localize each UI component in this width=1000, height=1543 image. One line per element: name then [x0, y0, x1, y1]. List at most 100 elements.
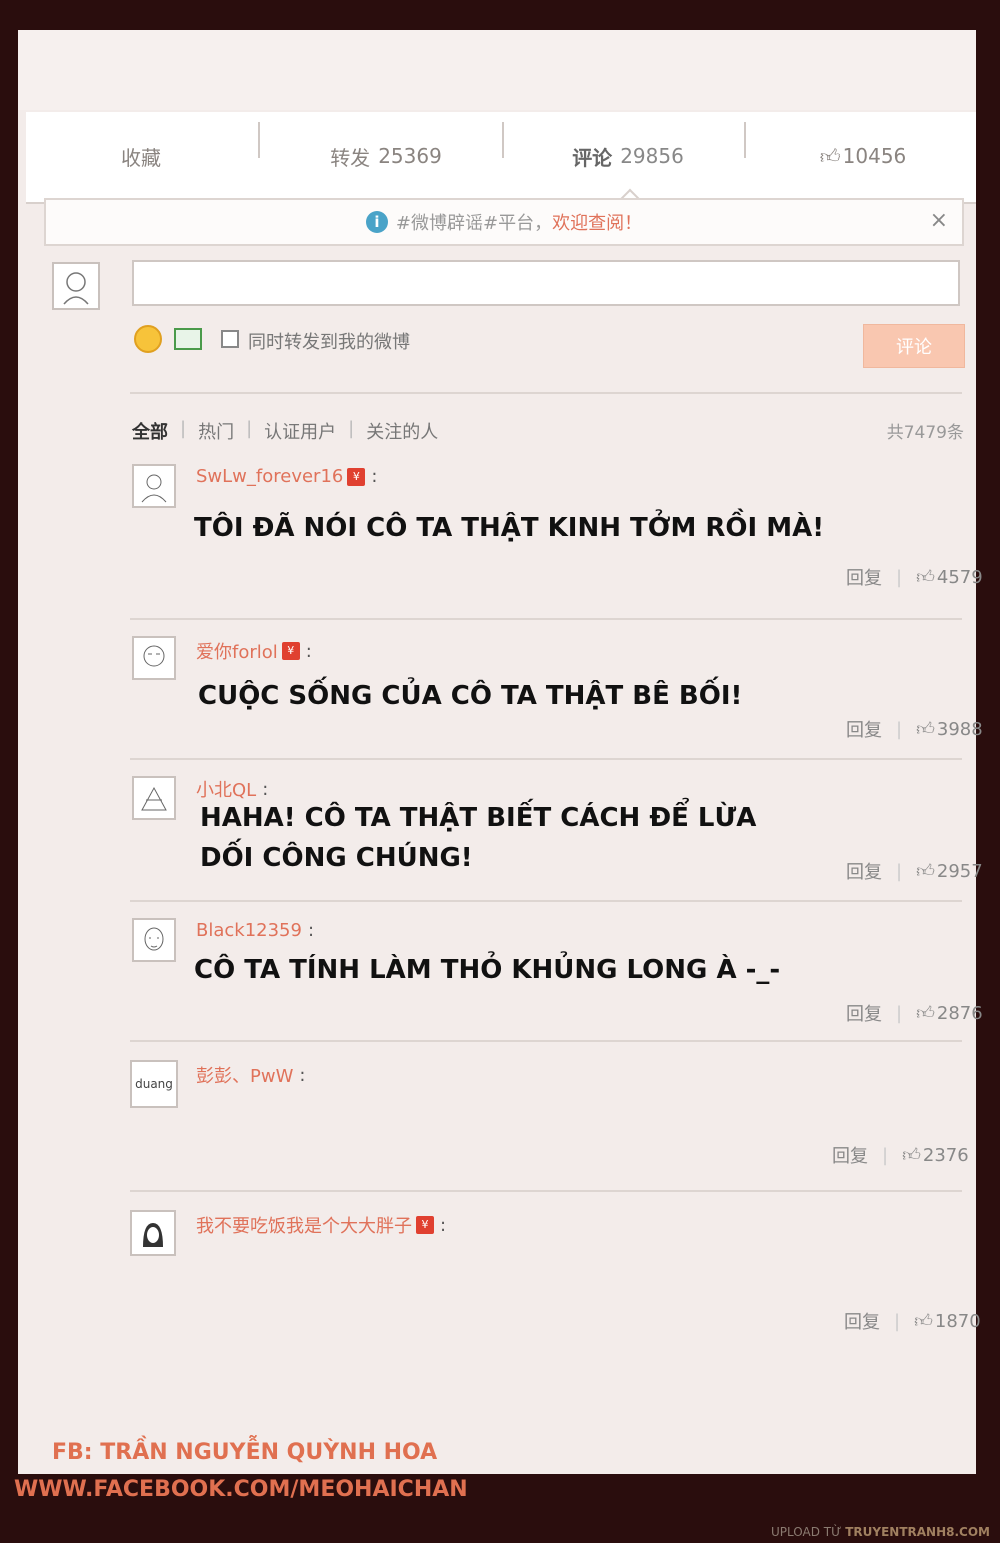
like-count: 2876 [936, 1002, 983, 1024]
comment-actions: 回复 | 👍︎ 2957 [846, 858, 983, 884]
like-count: 2957 [936, 860, 983, 882]
action-separator: | [896, 860, 903, 882]
tab-repost-count: 25369 [378, 144, 442, 168]
notice-text: #微博辟谣#平台， [395, 213, 553, 234]
vip-badge-icon: ¥ [347, 467, 366, 486]
thumbs-up-icon[interactable]: 👍︎ [916, 718, 935, 740]
comment-actions: 回复 | 👍︎ 3988 [846, 716, 983, 742]
username-text: SwLw_forever16 [196, 466, 344, 487]
comment-actions: 回复 | 👍︎ 4579 [846, 564, 983, 590]
upload-credit: UPLOAD TỪ TRUYENTRANH8.COM [771, 1525, 990, 1539]
action-separator: | [894, 1310, 901, 1332]
username-text: 爱你forlol [196, 642, 278, 663]
vip-badge-icon: ¥ [281, 642, 300, 660]
comment-actions: 回复 | 👍︎ 2876 [846, 1000, 983, 1026]
info-icon: i [365, 211, 388, 233]
my-avatar[interactable] [52, 262, 100, 310]
filter-following[interactable]: 关注的人 [366, 418, 438, 444]
tab-favorite[interactable]: 收藏 [26, 126, 256, 186]
avatar-text: duang [135, 1077, 173, 1091]
like-count: 3988 [936, 718, 983, 740]
action-separator: | [882, 1144, 889, 1166]
reply-link[interactable]: 回复 [832, 1142, 868, 1168]
credit-fb: FB: TRẦN NGUYỄN QUỲNH HOA [52, 1440, 438, 1465]
comment-actions: 回复 | 👍︎ 2376 [832, 1142, 969, 1168]
comment-input[interactable] [132, 260, 960, 306]
colon: : [262, 778, 269, 800]
divider [130, 900, 962, 902]
thumbs-up-icon[interactable]: 👍︎ [916, 566, 935, 588]
avatar[interactable] [132, 464, 176, 508]
avatar[interactable] [132, 918, 176, 962]
tab-divider [258, 122, 260, 158]
weibo-panel: 收藏 转发 25369 评论 29856 👍︎ 10456 i #微博辟谣#平台… [18, 30, 983, 1474]
tab-comment[interactable]: 评论 29856 [510, 126, 746, 186]
reply-link[interactable]: 回复 [846, 564, 882, 590]
action-separator: | [896, 718, 903, 740]
divider [130, 1040, 962, 1042]
notice-welcome: 欢迎查阅！ [552, 213, 643, 234]
tab-like[interactable]: 👍︎ 10456 [750, 126, 976, 186]
like-count: 4579 [936, 566, 983, 588]
tab-divider [502, 122, 504, 158]
colon: : [307, 920, 315, 941]
thumbs-up-icon[interactable]: 👍︎ [914, 1310, 933, 1332]
comment-username[interactable]: Black12359 : [196, 920, 314, 941]
action-separator: | [896, 1002, 903, 1024]
tab-like-count: 10456 [842, 144, 907, 168]
divider [130, 1190, 962, 1192]
top-band [18, 30, 976, 110]
filter-verified[interactable]: 认证用户 [264, 418, 336, 444]
comment-username[interactable]: 我不要吃饭我是个大大胖子 ¥ : [196, 1212, 446, 1238]
filter-separator: | [348, 418, 355, 439]
like-count: 1870 [934, 1310, 981, 1332]
avatar[interactable]: duang [130, 1060, 178, 1108]
comment-text: CÔ TA TÍNH LÀM THỎ KHỦNG LONG À -_- [194, 955, 781, 985]
avatar[interactable] [132, 776, 176, 820]
divider [130, 392, 962, 394]
comment-text: CUỘC SỐNG CỦA CÔ TA THẬT BÊ BỐI! [198, 681, 743, 711]
reply-link[interactable]: 回复 [846, 1000, 882, 1026]
filter-hot[interactable]: 热门 [198, 418, 234, 444]
colon: : [299, 1064, 306, 1086]
tab-repost[interactable]: 转发 25369 [266, 126, 506, 186]
comment-username[interactable]: 爱你forlol ¥ : [196, 638, 312, 664]
colon: : [305, 640, 312, 662]
comment-text: TÔI ĐÃ NÓI CÔ TA THẬT KINH TỞM RỒI MÀ! [194, 513, 825, 543]
thumbs-up-icon[interactable]: 👍︎ [916, 1002, 935, 1024]
comment-username[interactable]: 彭彭、PwW : [196, 1062, 305, 1088]
repost-label: 同时转发到我的微博 [248, 332, 410, 353]
reply-link[interactable]: 回复 [846, 716, 882, 742]
comment-username[interactable]: SwLw_forever16 ¥ : [196, 466, 377, 487]
divider [130, 758, 962, 760]
notice-bar: i #微博辟谣#平台， 欢迎查阅！ × [44, 198, 964, 246]
close-icon[interactable]: × [930, 208, 948, 233]
thumbs-up-icon[interactable]: 👍︎ [916, 860, 935, 882]
comment-text: HAHA! CÔ TA THẬT BIẾT CÁCH ĐỂ LỪA [200, 803, 757, 833]
colon: : [440, 1214, 447, 1236]
filter-all[interactable]: 全部 [132, 418, 168, 444]
tab-repost-label: 转发 [330, 145, 371, 170]
tab-comment-label: 评论 [572, 145, 613, 170]
username-text: Black12359 [196, 920, 302, 941]
thumbs-up-icon[interactable]: 👍︎ [902, 1144, 921, 1166]
username-text: 彭彭、PwW [196, 1066, 294, 1087]
filter-separator: | [180, 418, 187, 439]
repost-checkbox[interactable] [221, 330, 239, 348]
tab-bar: 收藏 转发 25369 评论 29856 👍︎ 10456 [26, 112, 976, 212]
credit-url[interactable]: WWW.FACEBOOK.COM/MEOHAICHAN [14, 1477, 468, 1502]
upload-site[interactable]: TRUYENTRANH8.COM [845, 1525, 990, 1539]
reply-link[interactable]: 回复 [844, 1308, 880, 1334]
comment-submit-button[interactable]: 评论 [863, 324, 965, 368]
action-separator: | [896, 566, 903, 588]
vip-badge-icon: ¥ [416, 1216, 434, 1234]
avatar[interactable] [132, 636, 176, 680]
colon: : [371, 466, 378, 487]
avatar[interactable] [130, 1210, 176, 1256]
reply-link[interactable]: 回复 [846, 858, 882, 884]
divider [130, 618, 962, 620]
emoji-icon[interactable] [134, 325, 162, 353]
tab-favorite-label: 收藏 [121, 145, 161, 170]
image-icon[interactable] [174, 328, 202, 350]
upload-prefix: UPLOAD TỪ [771, 1525, 842, 1539]
